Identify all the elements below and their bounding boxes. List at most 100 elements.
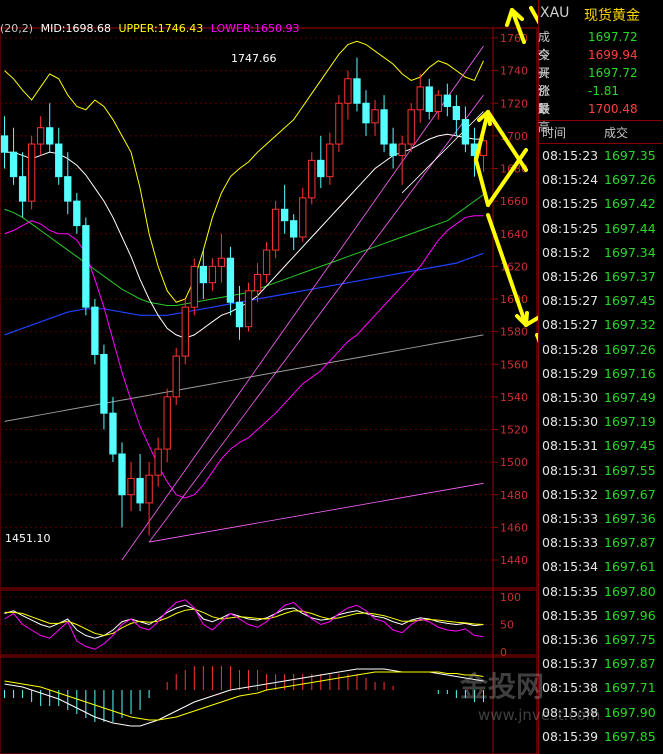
candle-body (416, 86, 424, 111)
candle-body (145, 474, 153, 504)
candle-body (109, 412, 117, 455)
symbol-name: 现货黄金 (584, 8, 640, 24)
y-tick-label: 1540 (500, 391, 528, 404)
tick-price: 1697.96 (604, 607, 656, 623)
tick-price: 1697.16 (604, 365, 656, 381)
tick-price: 1697.61 (604, 559, 656, 575)
candle-body (344, 78, 352, 104)
tick-price: 1697.87 (604, 656, 656, 672)
tick-price: 1697.87 (604, 535, 656, 551)
candle-body (18, 176, 27, 202)
tick-time: 08:15:28 (542, 341, 599, 357)
tick-time: 08:15:24 (542, 172, 599, 188)
candle-body (362, 102, 370, 124)
tick-time: 08:15:32 (542, 486, 599, 502)
legend-mid: MID:1698.68 (40, 22, 111, 35)
tick-price: 1697.49 (604, 390, 656, 405)
candle-body (64, 176, 72, 202)
candle-body (208, 265, 217, 284)
candle-body (37, 127, 45, 145)
quote-value: 1697.72 (588, 66, 638, 80)
symbol-header: XAU 现货黄金 (538, 5, 662, 25)
tick-price: 1697.37 (604, 269, 656, 284)
tick-row: 08:15:31 1697.45 (538, 438, 662, 462)
tick-price: 1697.36 (604, 511, 656, 526)
tick-row: 08:15:35 1697.96 (538, 608, 662, 632)
candle-body (425, 86, 433, 112)
tick-price: 1697.42 (604, 196, 656, 212)
watermark-url: www.jnvest.com (478, 706, 601, 724)
tick-row: 08:15:34 1697.61 (538, 559, 662, 583)
candle-body (290, 220, 298, 238)
tick-time: 08:15:37 (542, 656, 599, 672)
candle-body (172, 355, 180, 398)
candle-body (82, 225, 90, 308)
tick-time: 08:15:33 (542, 535, 599, 551)
candle-body (299, 197, 307, 238)
tick-time: 08:15:39 (542, 728, 599, 744)
tick-price: 1697.90 (604, 704, 656, 720)
y-tick-label: 1580 (500, 326, 528, 339)
tick-time: 08:15:23 (542, 148, 599, 163)
tick-price: 1697.44 (604, 220, 656, 236)
tick-row: 08:15:33 1697.87 (538, 535, 662, 559)
y-tick-label: 1500 (500, 456, 528, 469)
candle-body (127, 477, 135, 496)
candle-body (181, 306, 189, 357)
candle-body (226, 257, 235, 303)
tick-price: 1697.34 (604, 244, 656, 260)
candle-body (452, 106, 461, 121)
tick-row: 08:15:32 1697.67 (538, 487, 662, 511)
y-tick-label: 1660 (500, 195, 528, 208)
candle-body (353, 78, 361, 104)
tick-time: 08:15:26 (542, 269, 599, 284)
y-tick-label: 1440 (500, 554, 528, 567)
candle-body (398, 143, 406, 156)
legend-lower: LOWER:1650.93 (210, 22, 300, 35)
candle-body (434, 94, 442, 112)
tick-time: 08:15:31 (542, 462, 599, 478)
candle-body (235, 301, 244, 328)
candle-body (163, 396, 171, 450)
tick-row: 08:15:27 1697.45 (538, 293, 662, 317)
y-tick-label: 1740 (500, 65, 528, 78)
tick-row: 08:15:27 1697.32 (538, 317, 662, 341)
tick-price: 1697.80 (604, 583, 656, 599)
tick-row: 08:15:26 1697.37 (538, 269, 662, 293)
tick-row: 08:15:24 1697.26 (538, 172, 662, 196)
candle-body (326, 143, 334, 178)
candlestick-chart: 1440146014801500152015401560158016001620… (0, 6, 538, 754)
candle-body (281, 208, 289, 222)
indicator1-tick-label: 50 (500, 619, 514, 632)
indicator1-tick-label: 100 (500, 591, 521, 604)
tick-time: 08:15:2 (542, 244, 591, 260)
ticks-header-price: 成交 (604, 126, 629, 140)
candle-body (46, 127, 54, 145)
candle-body (262, 249, 271, 276)
tick-row: 08:15:39 1697.85 (538, 729, 662, 753)
candle-body (118, 453, 126, 496)
price-annotation: 1747.66 (231, 52, 277, 65)
candle-body (55, 143, 63, 178)
tick-time: 08:15:33 (542, 511, 599, 526)
tick-time: 08:15:35 (542, 607, 599, 623)
tick-price: 1697.45 (604, 438, 656, 454)
tick-time: 08:15:31 (542, 438, 599, 454)
candle-body (190, 265, 198, 308)
tick-row: 08:15:37 1697.87 (538, 656, 662, 680)
y-tick-label: 1460 (500, 521, 528, 534)
candle-body (154, 448, 162, 476)
symbol-code: XAU (540, 5, 570, 21)
candle-body (371, 109, 379, 124)
tick-price: 1697.45 (604, 293, 656, 309)
ma-blue-line (4, 252, 484, 336)
quote-value: 1699.94 (588, 48, 638, 62)
y-tick-label: 1720 (500, 97, 528, 110)
candle-body (253, 274, 262, 292)
tick-time: 08:15:35 (542, 583, 599, 599)
candle-body (271, 208, 280, 251)
candle-body (73, 200, 81, 227)
tick-row: 08:15:30 1697.19 (538, 414, 662, 438)
tick-price: 1697.32 (604, 317, 656, 333)
y-tick-label: 1520 (500, 424, 528, 437)
